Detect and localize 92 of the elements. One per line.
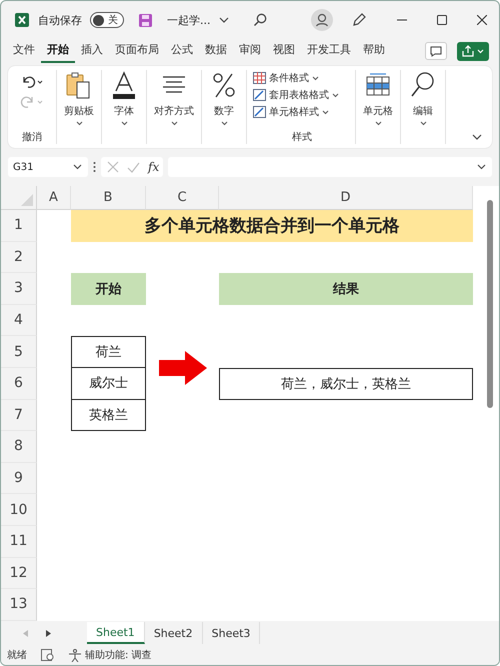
ribbon-command-button[interactable]: 单元格 bbox=[363, 70, 393, 126]
table-style-icon bbox=[253, 106, 266, 118]
row-header[interactable]: 8 bbox=[1, 431, 37, 463]
ribbon-command-button[interactable]: 字体 bbox=[110, 70, 138, 126]
caret-icon bbox=[312, 76, 319, 80]
save-icon[interactable] bbox=[138, 12, 153, 28]
row-header[interactable]: 9 bbox=[1, 462, 37, 494]
column-header[interactable]: D bbox=[219, 186, 473, 210]
checkmark-icon[interactable] bbox=[127, 162, 140, 172]
title-cell: 多个单元格数据合并到一个单元格 bbox=[71, 210, 473, 242]
ribbon-command-button[interactable]: 对齐方式 bbox=[154, 70, 194, 126]
chevron-down-icon[interactable] bbox=[218, 17, 228, 23]
group-label: 撤消 bbox=[22, 130, 42, 144]
ribbon-tab[interactable]: 页面布局 bbox=[109, 39, 165, 63]
table-cell: 英格兰 bbox=[71, 400, 146, 432]
comment-icon bbox=[430, 46, 442, 56]
row-header[interactable]: 13 bbox=[1, 589, 37, 621]
insert-function-button[interactable]: fx bbox=[148, 160, 160, 174]
row-header[interactable]: 7 bbox=[1, 400, 37, 432]
caret-icon bbox=[322, 110, 329, 114]
caret-icon bbox=[420, 121, 426, 126]
autosave-toggle[interactable]: 关 bbox=[90, 12, 124, 28]
table-cell: 荷兰 bbox=[71, 336, 146, 368]
accessibility-button[interactable]: 辅助功能: 调查 bbox=[68, 648, 152, 662]
font-icon bbox=[110, 71, 138, 101]
row-header[interactable]: 1 bbox=[1, 210, 37, 242]
column-header[interactable]: A bbox=[37, 186, 71, 210]
caret-icon bbox=[170, 121, 178, 126]
group-label: 样式 bbox=[292, 130, 312, 144]
comments-button[interactable] bbox=[425, 42, 447, 60]
document-title[interactable]: 一起学... bbox=[167, 12, 210, 28]
row-header[interactable]: 3 bbox=[1, 273, 37, 305]
name-box[interactable]: G31 bbox=[8, 157, 88, 177]
search-icon[interactable] bbox=[252, 13, 266, 27]
ribbon-tab[interactable]: 审阅 bbox=[233, 39, 267, 63]
ribbon-tab[interactable]: 帮助 bbox=[357, 39, 391, 63]
minimize-icon[interactable] bbox=[397, 19, 407, 21]
ribbon-tab[interactable]: 公式 bbox=[165, 39, 199, 63]
caret-icon bbox=[120, 121, 128, 126]
row-header[interactable]: 6 bbox=[1, 368, 37, 400]
table-style-icon bbox=[253, 89, 266, 101]
styles-menu-button[interactable]: 单元格样式 bbox=[253, 104, 329, 120]
column-header[interactable]: C bbox=[146, 186, 219, 210]
expand-icon[interactable] bbox=[477, 164, 486, 170]
row-header[interactable]: 5 bbox=[1, 336, 37, 368]
header-cell: 开始 bbox=[71, 273, 146, 305]
table-cell: 威尔士 bbox=[71, 368, 146, 400]
ribbon-command-button[interactable]: 编辑 bbox=[409, 70, 437, 126]
triangle-icon bbox=[21, 194, 33, 206]
ribbon-tab[interactable]: 视图 bbox=[267, 39, 301, 63]
column-header[interactable]: B bbox=[71, 186, 146, 210]
caret-icon bbox=[73, 164, 82, 170]
collapse-ribbon-icon[interactable] bbox=[472, 134, 482, 140]
formula-input[interactable] bbox=[168, 157, 492, 177]
redo-icon bbox=[20, 95, 44, 109]
share-icon bbox=[462, 45, 484, 57]
ribbon-command-button[interactable]: 数字 bbox=[210, 70, 238, 126]
row-header[interactable]: 2 bbox=[1, 242, 37, 274]
ribbon-tab[interactable]: 开发工具 bbox=[301, 39, 357, 63]
close-icon[interactable] bbox=[477, 15, 487, 25]
styles-menu-button[interactable]: 条件格式 bbox=[253, 70, 319, 86]
accessibility-icon bbox=[68, 648, 82, 662]
caret-icon bbox=[374, 121, 382, 126]
table-grid-icon bbox=[253, 72, 266, 84]
ribbon-command-button[interactable]: 剪贴板 bbox=[64, 70, 94, 126]
caret-icon bbox=[220, 121, 228, 126]
pen-icon[interactable] bbox=[351, 12, 367, 28]
right-arrow-icon bbox=[158, 350, 206, 385]
user-avatar-icon[interactable] bbox=[311, 9, 333, 31]
row-header[interactable]: 10 bbox=[1, 494, 37, 526]
ribbon-tab[interactable]: 文件 bbox=[7, 39, 41, 63]
spreadsheet-app-icon bbox=[14, 12, 30, 28]
next-sheet-icon[interactable] bbox=[46, 630, 51, 636]
share-button[interactable] bbox=[457, 42, 489, 60]
ribbon-tab[interactable]: 数据 bbox=[199, 39, 233, 63]
caret-icon bbox=[76, 121, 82, 126]
ribbon-tab[interactable]: 插入 bbox=[75, 39, 109, 63]
vertical-scrollbar[interactable] bbox=[487, 200, 493, 408]
autosave-label: 自动保存 bbox=[38, 12, 82, 28]
styles-menu-button[interactable]: 套用表格格式 bbox=[253, 87, 339, 103]
row-header[interactable]: 4 bbox=[1, 304, 37, 336]
maximize-icon[interactable] bbox=[437, 15, 447, 25]
sheet-tab[interactable]: Sheet1 bbox=[87, 622, 145, 644]
more-options-icon[interactable] bbox=[93, 161, 96, 173]
row-header[interactable]: 12 bbox=[1, 558, 37, 590]
caret-icon bbox=[332, 92, 339, 98]
status-text: 就绪 bbox=[7, 648, 27, 662]
header-cell: 结果 bbox=[219, 273, 473, 305]
macro-recording-icon[interactable] bbox=[41, 649, 54, 661]
table-cell: 荷兰，威尔士，英格兰 bbox=[219, 368, 473, 400]
ribbon-tab[interactable]: 开始 bbox=[41, 39, 75, 63]
row-header[interactable]: 11 bbox=[1, 526, 37, 558]
